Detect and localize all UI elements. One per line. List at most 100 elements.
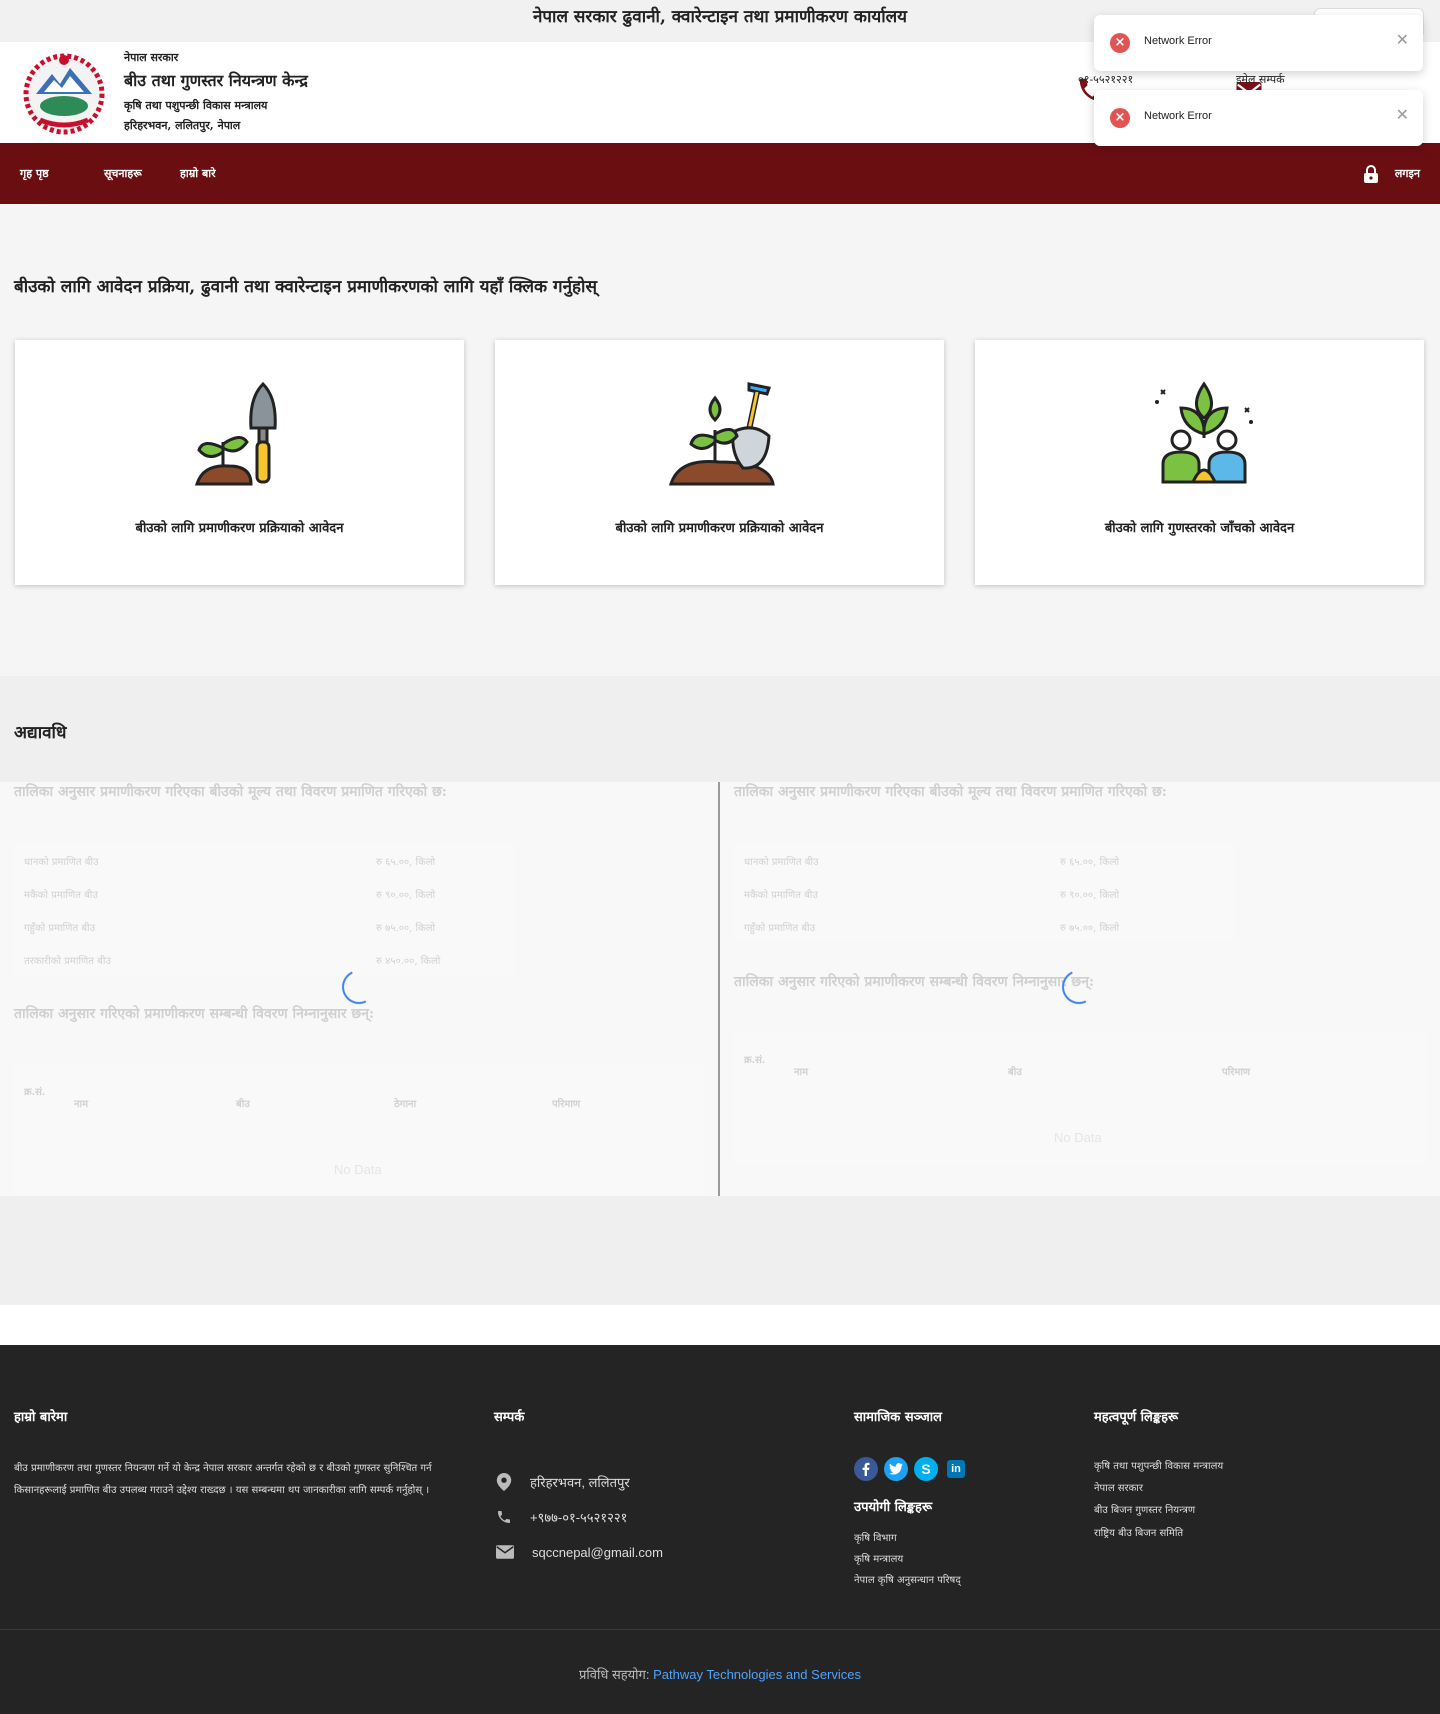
footer-contact-title: सम्पर्क [494,1410,525,1425]
rate-value: रु ७५.००, किलो [376,923,436,934]
table-header: नाम [794,1067,809,1078]
important-link[interactable]: राष्ट्रिय बीउ बिजन समिति [1094,1525,1183,1539]
rate-value: रु ४५०.००, किलो [376,956,441,967]
service-card-quality[interactable]: बीउको लागि गुणस्तरको जाँचको आवेदन [975,340,1424,585]
credit-link[interactable]: Pathway Technologies and Services [653,1667,861,1682]
rate-name: धानको प्रमाणित बीउ [24,857,99,868]
table-header: नाम [74,1099,89,1110]
error-icon: × [1110,108,1130,128]
card-label: बीउको लागि प्रमाणीकरण प्रक्रियाको आवेदन [135,521,344,536]
toast-message: Network Error [1144,110,1212,122]
header-phone[interactable]: ०१-५५२१२२१ [1078,72,1133,87]
footer-social-title: सामाजिक सञ्जाल [854,1410,942,1425]
login-button[interactable]: लगइन [1363,143,1420,204]
useful-link[interactable]: नेपाल कृषि अनुसन्धान परिषद् [854,1572,961,1586]
services-section: बीउको लागि आवेदन प्रक्रिया, ढुवानी तथा क… [0,204,1440,676]
footer-important-title: महत्वपूर्ण लिङ्कहरू [1094,1410,1179,1425]
rates-list: धानको प्रमाणित बीउ रु ६५.००, किलो मकैको … [734,844,1234,942]
table-header: क्र.सं. [744,1055,766,1066]
lock-icon [1363,164,1378,183]
updates-panel-right: तालिका अनुसार प्रमाणीकरण गरिएका बीउको मू… [720,782,1440,1196]
location-icon [496,1473,512,1491]
card-label: बीउको लागि प्रमाणीकरण प्रक्रियाको आवेदन [615,521,824,536]
skype-icon[interactable]: S [914,1457,938,1481]
rates-title: तालिका अनुसार प्रमाणीकरण गरिएका बीउको मू… [14,784,447,800]
nav-notices[interactable]: सूचनाहरू [104,143,142,204]
service-card-certification[interactable]: बीउको लागि प्रमाणीकरण प्रक्रियाको आवेदन [15,340,464,585]
email-text: sqccnepal@gmail.com [532,1544,663,1560]
rate-value: रु ९०.००, किलो [1060,890,1120,901]
address-text: हरिहरभवन, ललितपुर [530,1475,630,1490]
no-data-text: No Data [334,1162,382,1177]
table-header: परिमाण [552,1099,581,1110]
linkedin-icon[interactable]: in [944,1457,968,1481]
org-ministry: कृषि तथा पशुपन्छी विकास मन्त्रालय [124,99,268,112]
people-plant-icon [1155,381,1253,484]
error-icon: × [1110,33,1130,53]
rate-name: मकैको प्रमाणित बीउ [744,890,818,901]
mail-icon [496,1545,514,1559]
twitter-icon[interactable] [884,1457,908,1481]
login-label: लगइन [1394,167,1420,180]
error-toast: × Network Error ✕ [1094,15,1423,71]
rates-list: धानको प्रमाणित बीउ रु ६५.००, किलो मकैको … [14,844,514,976]
nav-home[interactable]: गृह पृष्ठ [20,143,49,204]
table-header: क्र.सं. [24,1087,46,1098]
rate-value: रु ९०.००, किलो [376,890,436,901]
table-header: बीउ [236,1099,250,1110]
plant-shovel-icon [669,382,775,486]
footer-address: हरिहरभवन, ललितपुर [496,1472,630,1492]
rates-title: तालिका अनुसार प्रमाणीकरण गरिएका बीउको मू… [734,784,1167,800]
error-toast: × Network Error ✕ [1094,90,1423,146]
close-icon[interactable]: ✕ [1396,105,1409,125]
org-line-1: नेपाल सरकार [124,51,179,64]
updates-panel-left: तालिका अनुसार प्रमाणीकरण गरिएका बीउको मू… [0,782,718,1196]
table-header: परिमाण [1222,1067,1251,1078]
footer-about-title: हाम्रो बारेमा [14,1410,68,1425]
plant-trowel-icon [194,381,277,486]
footer-divider [0,1629,1440,1630]
org-name: बीउ तथा गुणस्तर नियन्त्रण केन्द्र [124,71,308,90]
useful-link[interactable]: कृषि विभाग [854,1530,897,1544]
table-header: बीउ [1008,1067,1022,1078]
rate-name: तरकारीको प्रमाणित बीउ [24,956,111,967]
useful-link[interactable]: कृषि मन्त्रालय [854,1551,903,1565]
main-nav: गृह पृष्ठ सूचनाहरू हाम्रो बारे लगइन [0,143,1440,204]
toast-message: Network Error [1144,35,1212,47]
rate-name: गहुँको प्रमाणित बीउ [744,923,816,934]
rate-name: धानको प्रमाणित बीउ [744,857,819,868]
org-block: नेपाल सरकार बीउ तथा गुणस्तर नियन्त्रण के… [124,50,308,136]
org-address: हरिहरभवन, ललितपुर, नेपाल [124,119,241,132]
rate-name: मकैको प्रमाणित बीउ [24,890,98,901]
footer-email[interactable]: sqccnepal@gmail.com [496,1542,663,1562]
table-header: ठेगाना [394,1099,417,1110]
header-email[interactable]: इमेल सम्पर्क [1236,72,1285,87]
important-link[interactable]: नेपाल सरकार [1094,1480,1143,1494]
credit-prefix: प्रविधि सहयोग: [578,1667,650,1682]
records-table: क्र.सं. नाम बीउ ठेगाना परिमाण No Data [14,1064,704,1196]
phone-icon [498,1511,510,1523]
records-table: क्र.सं. नाम बीउ परिमाण No Data [734,1032,1426,1164]
rate-value: रु ६५.००, किलो [376,857,436,868]
site-footer: हाम्रो बारेमा बीउ प्रमाणीकरण तथा गुणस्तर… [0,1345,1440,1714]
no-data-text: No Data [1054,1130,1102,1145]
rate-value: रु ६५.००, किलो [1060,857,1120,868]
updates-section: अद्यावधि तालिका अनुसार प्रमाणीकरण गरिएका… [0,676,1440,1305]
footer-credit: प्रविधि सहयोग: Pathway Technologies and … [0,1665,1440,1683]
table-title: तालिका अनुसार गरिएको प्रमाणीकरण सम्बन्धी… [734,974,1095,990]
footer-about-text: बीउ प्रमाणीकरण तथा गुणस्तर नियन्त्रण गर्… [14,1463,432,1496]
close-icon[interactable]: ✕ [1396,30,1409,50]
rate-value: रु ७५.००, किलो [1060,923,1120,934]
updates-heading: अद्यावधि [14,723,67,743]
footer-phone[interactable]: +९७७-०१-५५२१२२१ [496,1507,627,1527]
facebook-icon[interactable] [854,1457,878,1481]
footer-useful-title: उपयोगी लिङ्कहरू [854,1500,933,1515]
card-label: बीउको लागि गुणस्तरको जाँचको आवेदन [1104,521,1295,536]
service-card-certification-2[interactable]: बीउको लागि प्रमाणीकरण प्रक्रियाको आवेदन [495,340,944,585]
important-link[interactable]: कृषि तथा पशुपन्छी विकास मन्त्रालय [1094,1458,1223,1472]
nav-about[interactable]: हाम्रो बारे [180,143,216,204]
phone-text: +९७७-०१-५५२१२२१ [530,1510,628,1525]
important-link[interactable]: बीउ बिजन गुणस्तर नियन्त्रण [1094,1502,1195,1516]
services-heading: बीउको लागि आवेदन प्रक्रिया, ढुवानी तथा क… [14,277,597,297]
nepal-emblem-logo[interactable] [14,50,114,136]
